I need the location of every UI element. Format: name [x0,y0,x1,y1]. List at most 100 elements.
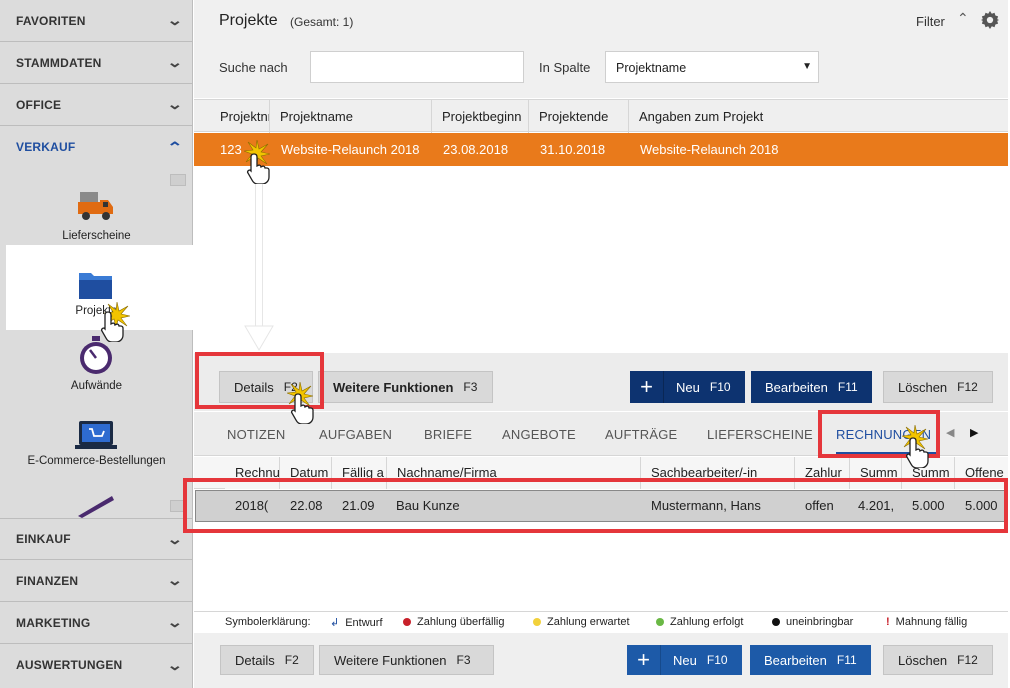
nav-office[interactable]: OFFICE ⌄ [0,84,193,126]
nav-stammdaten[interactable]: STAMMDATEN ⌄ [0,42,193,84]
col-summe-netto[interactable]: Summ [850,457,902,489]
more-label: Weitere Funktionen [334,652,447,668]
details-button-bottom[interactable]: Details F2 [220,645,314,675]
page-title: Projekte [219,12,278,29]
edit-button-bottom[interactable]: Bearbeiten F11 [750,645,871,675]
edit-button[interactable]: Bearbeiten F11 [751,371,872,403]
legend-label: Zahlung erwartet [547,616,630,628]
nav-verkauf[interactable]: VERKAUF ⌃ [0,126,193,168]
tab-lieferscheine[interactable]: LIEFERSCHEINE [707,427,813,442]
more-shortcut: F3 [463,380,478,394]
module-ecommerce[interactable]: E-Commerce-Bestellungen [0,420,193,480]
col-projektende[interactable]: Projektende [529,100,629,133]
col-offen[interactable]: Offene [955,457,1008,489]
edit-label: Bearbeiten [764,652,827,668]
draft-icon: ↲ [330,617,340,629]
tab-aufgaben[interactable]: AUFGABEN [319,427,392,442]
chevron-up-icon[interactable]: ⌃ [957,10,969,27]
folder-icon [79,273,112,299]
nav-einkauf[interactable]: EINKAUF ⌄ [0,518,193,560]
projects-table-header: Projektnr Projektname Projektbeginn Proj… [194,99,1008,133]
new-shortcut: F10 [709,380,731,394]
nav-label: VERKAUF [16,140,76,154]
tab-angebote[interactable]: ANGEBOTE [502,427,576,442]
delete-shortcut: F12 [957,653,978,667]
cell-nachname: Bau Kunze [396,498,460,513]
col-projektnr[interactable]: Projektnr [210,100,270,133]
legend-label: Mahnung fällig [895,616,968,628]
tab-auftraege[interactable]: AUFTRÄGE [605,427,677,442]
module-lieferscheine[interactable]: Lieferscheine [0,185,193,245]
legend-label: Entwurf [345,617,383,629]
more-functions-button[interactable]: Weitere Funktionen F3 [318,371,493,403]
tab-briefe[interactable]: BRIEFE [424,427,472,442]
new-button-bottom[interactable]: + Neu F10 [627,645,742,675]
chevron-down-icon: ⌄ [166,572,184,588]
nav-favoriten[interactable]: FAVORITEN ⌄ [0,0,193,42]
legend-item: Zahlung erwartet [533,616,630,628]
nav-label: FAVORITEN [16,13,86,28]
scroll-down-button[interactable] [170,500,186,512]
module-projekte[interactable]: Projekte [0,265,193,325]
projects-panel: Projekte (Gesamt: 1) Filter ⌃ Suche nach… [194,0,1008,352]
search-input[interactable] [310,51,524,83]
new-label: Neu [673,652,697,668]
module-aufwaende[interactable]: Aufwände [0,335,193,395]
nav-label: FINANZEN [16,573,79,588]
col-faellig[interactable]: Fällig a [332,457,387,489]
dot-black-icon [772,618,780,627]
dot-red-icon [403,618,411,627]
cell-datum: 22.08 [290,498,323,513]
cell-projektbeginn: 23.08.2018 [443,142,509,157]
pen-icon [78,496,114,518]
col-angaben[interactable]: Angaben zum Projekt [629,100,1008,133]
legend-item: ! Mahnung fällig [886,616,967,628]
cell-projektende: 31.10.2018 [540,142,606,157]
nav-marketing[interactable]: MARKETING ⌄ [0,602,193,644]
delete-button-bottom[interactable]: Löschen F12 [883,645,993,675]
hand-cursor-icon [290,393,314,424]
bottom-toolbar: Details F2 Weitere Funktionen F3 + Neu F10 B… [194,633,1008,688]
chevron-down-icon: ⌄ [166,614,184,630]
module-label: Lieferscheine [62,230,131,242]
tab-scroll-left-icon[interactable]: ◀ [946,426,954,439]
module-label: Projekte [75,305,118,317]
sidebar: FAVORITEN ⌄ STAMMDATEN ⌄ OFFICE ⌄ VERKAUF ⌃ … [0,0,203,688]
legend-item: uneinbringbar [772,616,853,628]
exclamation-icon: ! [886,616,890,628]
chevron-down-icon: ⌄ [166,96,184,112]
truck-icon [78,192,113,220]
new-button[interactable]: + Neu F10 [630,371,745,403]
cell-faellig: 21.09 [342,498,375,513]
table-row[interactable]: 123 Website-Relaunch 2018 23.08.2018 31.… [194,133,1008,166]
chevron-up-icon: ⌃ [166,138,184,155]
column-select-value: Projektname [616,61,687,75]
tab-scroll-right-icon[interactable]: ▶ [970,426,978,439]
legend-title: Symbolerklärung: [225,616,311,628]
col-zahlung[interactable]: Zahlur [795,457,850,489]
col-rechnung[interactable]: Rechnu [225,457,280,489]
cell-angaben: Website-Relaunch 2018 [640,142,779,157]
search-label: Suche nach [219,60,288,75]
table-row[interactable]: 2018( 22.08 21.09 Bau Kunze Mustermann, … [195,490,1008,522]
tab-notizen[interactable]: NOTIZEN [227,427,285,442]
chevron-down-icon: ⌄ [166,54,184,70]
hand-cursor-icon [100,311,124,342]
gear-icon[interactable] [981,11,999,29]
col-datum[interactable]: Datum [280,457,332,489]
delete-button[interactable]: Löschen F12 [883,371,993,403]
col-nachname[interactable]: Nachname/Firma [387,457,641,489]
details-shortcut: F2 [284,653,299,667]
filter-toggle[interactable]: Filter [916,14,945,29]
column-select[interactable]: Projektname ▼ [605,51,819,83]
more-functions-button-bottom[interactable]: Weitere Funktionen F3 [319,645,494,675]
legend-item: Zahlung überfällig [403,616,504,628]
hand-cursor-icon [246,153,270,184]
col-projektbeginn[interactable]: Projektbeginn [432,100,529,133]
col-sachbearbeiter[interactable]: Sachbearbeiter/-in [641,457,795,489]
cell-projektname: Website-Relaunch 2018 [281,142,420,157]
nav-auswertungen[interactable]: AUSWERTUNGEN ⌄ [0,644,193,686]
nav-finanzen[interactable]: FINANZEN ⌄ [0,560,193,602]
chevron-down-icon: ⌄ [166,530,184,547]
col-projektname[interactable]: Projektname [270,100,432,133]
